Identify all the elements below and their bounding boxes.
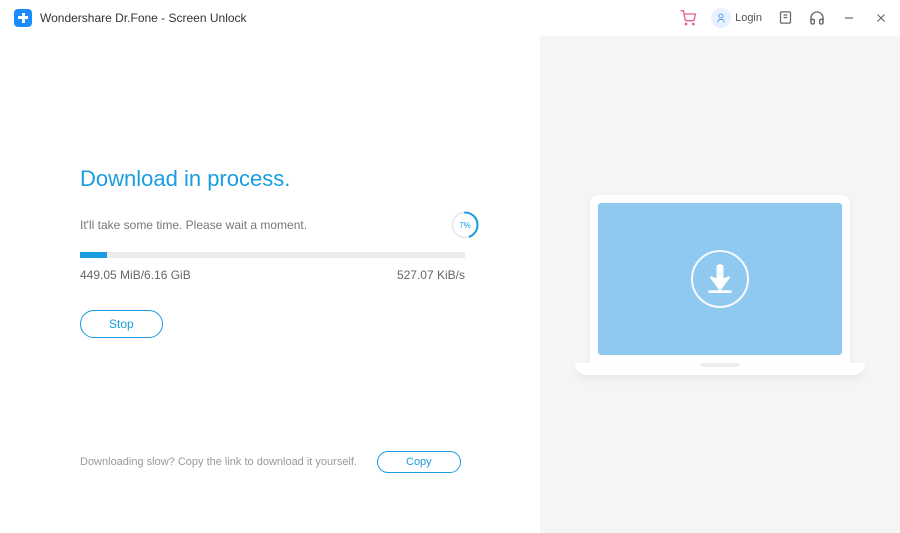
stats-row: 449.05 MiB/6.16 GiB 527.07 KiB/s (80, 268, 465, 282)
feedback-icon[interactable] (776, 9, 794, 27)
download-speed: 527.07 KiB/s (397, 268, 465, 282)
content: Download in process. It'll take some tim… (0, 36, 900, 533)
footer-message: Downloading slow? Copy the link to downl… (80, 456, 357, 468)
stop-button[interactable]: Stop (80, 310, 163, 338)
titlebar-left: Wondershare Dr.Fone - Screen Unlock (14, 9, 247, 27)
laptop-inner (598, 203, 842, 355)
progress-circle: 7% (450, 210, 480, 240)
percent-label: 7% (459, 221, 471, 230)
progress-row: It'll take some time. Please wait a mome… (80, 210, 480, 240)
user-avatar-icon (711, 8, 731, 28)
app-title: Wondershare Dr.Fone - Screen Unlock (40, 11, 247, 25)
download-arrow-icon (685, 244, 755, 314)
wait-message: It'll take some time. Please wait a mome… (80, 218, 307, 232)
login-label: Login (735, 12, 762, 24)
progress-fill (80, 252, 107, 258)
cart-icon[interactable] (679, 9, 697, 27)
page-heading: Download in process. (80, 166, 480, 192)
left-panel: Download in process. It'll take some tim… (0, 36, 540, 533)
titlebar-right: Login (679, 8, 890, 28)
copy-button[interactable]: Copy (377, 451, 461, 473)
laptop-base (575, 363, 865, 375)
laptop-screen (590, 195, 850, 363)
downloaded-amount: 449.05 MiB/6.16 GiB (80, 268, 191, 282)
laptop-illustration (590, 195, 850, 375)
close-icon[interactable] (872, 9, 890, 27)
footer-row: Downloading slow? Copy the link to downl… (80, 451, 480, 473)
support-icon[interactable] (808, 9, 826, 27)
titlebar: Wondershare Dr.Fone - Screen Unlock Logi… (0, 0, 900, 36)
minimize-icon[interactable] (840, 9, 858, 27)
right-panel (540, 36, 900, 533)
login-button[interactable]: Login (711, 8, 762, 28)
app-logo-icon (14, 9, 32, 27)
progress-bar (80, 252, 465, 258)
